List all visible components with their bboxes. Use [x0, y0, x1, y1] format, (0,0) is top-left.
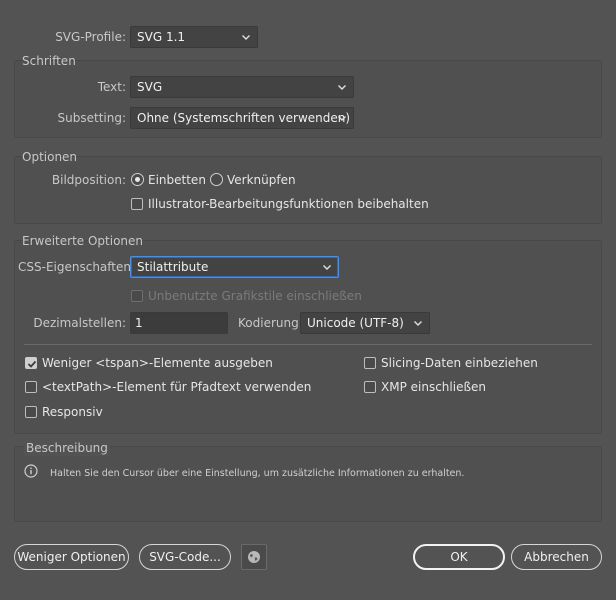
text-value: SVG: [137, 80, 163, 94]
optionen-title: Optionen: [22, 150, 78, 164]
beschreibung-hint: Halten Sie den Cursor über eine Einstell…: [50, 468, 465, 479]
radio-verknuepfen-label[interactable]: Verknüpfen: [227, 172, 296, 188]
ok-button[interactable]: OK: [413, 544, 505, 570]
slicing-label[interactable]: Slicing-Daten einbeziehen: [381, 355, 538, 371]
xmp-checkbox[interactable]: [364, 381, 376, 393]
beschreibung-title: Beschreibung: [24, 440, 110, 456]
chevron-down-icon: [323, 265, 331, 270]
tspan-label[interactable]: Weniger <tspan>-Elemente ausgeben: [42, 355, 273, 371]
bildposition-label: Bildposition:: [51, 173, 126, 187]
illustrator-checkbox[interactable]: [131, 198, 143, 210]
subsetting-value: Ohne (Systemschriften verwenden): [137, 111, 351, 125]
unused-styles-label: Unbenutzte Grafikstile einschließen: [148, 289, 362, 303]
abbrechen-button[interactable]: Abbrechen: [511, 544, 602, 570]
chevron-down-icon: [414, 321, 422, 326]
dezimal-input[interactable]: 1: [130, 312, 228, 334]
checkmark-icon: [27, 360, 37, 368]
responsiv-checkbox[interactable]: [25, 406, 37, 418]
tspan-checkbox[interactable]: [25, 357, 37, 369]
subsetting-label: Subsetting:: [57, 111, 126, 125]
illustrator-label[interactable]: Illustrator-Bearbeitungsfunktionen beibe…: [148, 196, 429, 212]
kodierung-select[interactable]: Unicode (UTF-8): [300, 312, 430, 334]
chevron-down-icon: [338, 85, 346, 90]
weniger-optionen-button[interactable]: Weniger Optionen: [14, 544, 129, 570]
text-select[interactable]: SVG: [130, 76, 354, 98]
chevron-down-icon: [242, 35, 250, 40]
css-label: CSS-Eigenschaften:: [18, 260, 136, 274]
subsetting-select[interactable]: Ohne (Systemschriften verwenden): [130, 107, 354, 129]
info-icon: [24, 464, 38, 478]
globe-icon: [248, 551, 260, 563]
kodierung-value: Unicode (UTF-8): [307, 316, 404, 330]
optionen-group: [14, 156, 602, 224]
textpath-label[interactable]: <textPath>-Element für Pfadtext verwende…: [42, 379, 311, 395]
dezimal-label: Dezimalstellen:: [33, 316, 126, 330]
unused-styles-checkbox[interactable]: [131, 290, 143, 302]
css-value: Stilattribute: [137, 260, 209, 274]
schriften-title: Schriften: [22, 54, 76, 68]
kodierung-label: Kodierung:: [238, 316, 303, 330]
css-select[interactable]: Stilattribute: [130, 256, 339, 278]
textpath-checkbox[interactable]: [25, 381, 37, 393]
xmp-label[interactable]: XMP einschließen: [381, 379, 486, 395]
slicing-checkbox[interactable]: [364, 357, 376, 369]
globe-button[interactable]: [241, 544, 267, 570]
svg-profile-select[interactable]: SVG 1.1: [130, 26, 258, 48]
radio-einbetten-label[interactable]: Einbetten: [148, 172, 206, 188]
beschreibung-group: [14, 446, 602, 522]
responsiv-label[interactable]: Responsiv: [42, 404, 103, 420]
svg-profile-label: SVG-Profile:: [55, 30, 126, 44]
radio-einbetten[interactable]: [131, 173, 144, 186]
erweiterte-optionen-title: Erweiterte Optionen: [22, 234, 144, 248]
svg-profile-value: SVG 1.1: [137, 30, 186, 44]
radio-verknuepfen[interactable]: [210, 173, 223, 186]
divider: [24, 344, 592, 345]
chevron-down-icon: [338, 116, 346, 121]
text-label: Text:: [97, 80, 126, 94]
svg-code-button[interactable]: SVG-Code...: [139, 544, 231, 570]
